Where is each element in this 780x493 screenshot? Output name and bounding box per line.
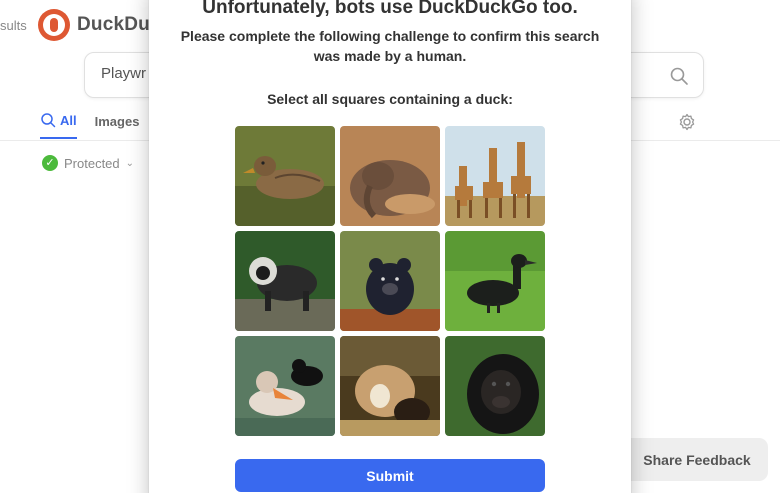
tab-images-label: Images — [94, 113, 140, 129]
challenge-image-grid — [235, 126, 545, 436]
gorilla-image — [445, 336, 545, 436]
check-circle-icon: ✓ — [42, 155, 58, 171]
results-label: sults — [0, 18, 27, 33]
search-tabs: All Images — [40, 112, 139, 139]
protected-status[interactable]: ✓ Protected ⌄ — [42, 155, 134, 171]
duckduckgo-logo[interactable]: DuckDuc — [38, 9, 161, 41]
chevron-down-icon: ⌄ — [125, 157, 135, 169]
tile-elephant[interactable] — [340, 126, 440, 226]
share-feedback-button[interactable]: Share Feedback — [610, 438, 768, 481]
tile-duck-grass[interactable] — [445, 231, 545, 331]
submit-button[interactable]: Submit — [235, 459, 545, 492]
duck-image — [445, 231, 545, 331]
challenge-subtitle: Please complete the following challenge … — [180, 28, 600, 64]
duck-logo-icon — [38, 9, 70, 41]
tile-bear-cub[interactable] — [340, 231, 440, 331]
search-icon — [41, 113, 56, 128]
tab-all[interactable]: All — [40, 112, 77, 139]
tile-giraffes[interactable] — [445, 126, 545, 226]
duck-image — [235, 336, 335, 436]
duck-image — [235, 126, 335, 226]
tile-monkey[interactable] — [235, 231, 335, 331]
tile-gorilla[interactable] — [445, 336, 545, 436]
tab-all-label: All — [60, 112, 77, 128]
search-icon[interactable] — [669, 66, 689, 86]
tile-duck-swimming[interactable] — [235, 126, 335, 226]
tile-ducks-water[interactable] — [235, 336, 335, 436]
tile-dogs-painting[interactable] — [340, 336, 440, 436]
bot-challenge-modal: Unfortunately, bots use DuckDuckGo too. … — [149, 0, 631, 493]
challenge-prompt: Select all squares containing a duck: — [267, 91, 513, 107]
tab-images[interactable]: Images — [95, 112, 140, 139]
bear-cub-image — [340, 231, 440, 331]
elephant-image — [340, 126, 440, 226]
challenge-title: Unfortunately, bots use DuckDuckGo too. — [202, 0, 578, 18]
dogs-painting-image — [340, 336, 440, 436]
giraffes-image — [445, 126, 545, 226]
gear-icon[interactable] — [678, 113, 696, 131]
protected-label: Protected — [64, 155, 120, 171]
monkey-image — [235, 231, 335, 331]
